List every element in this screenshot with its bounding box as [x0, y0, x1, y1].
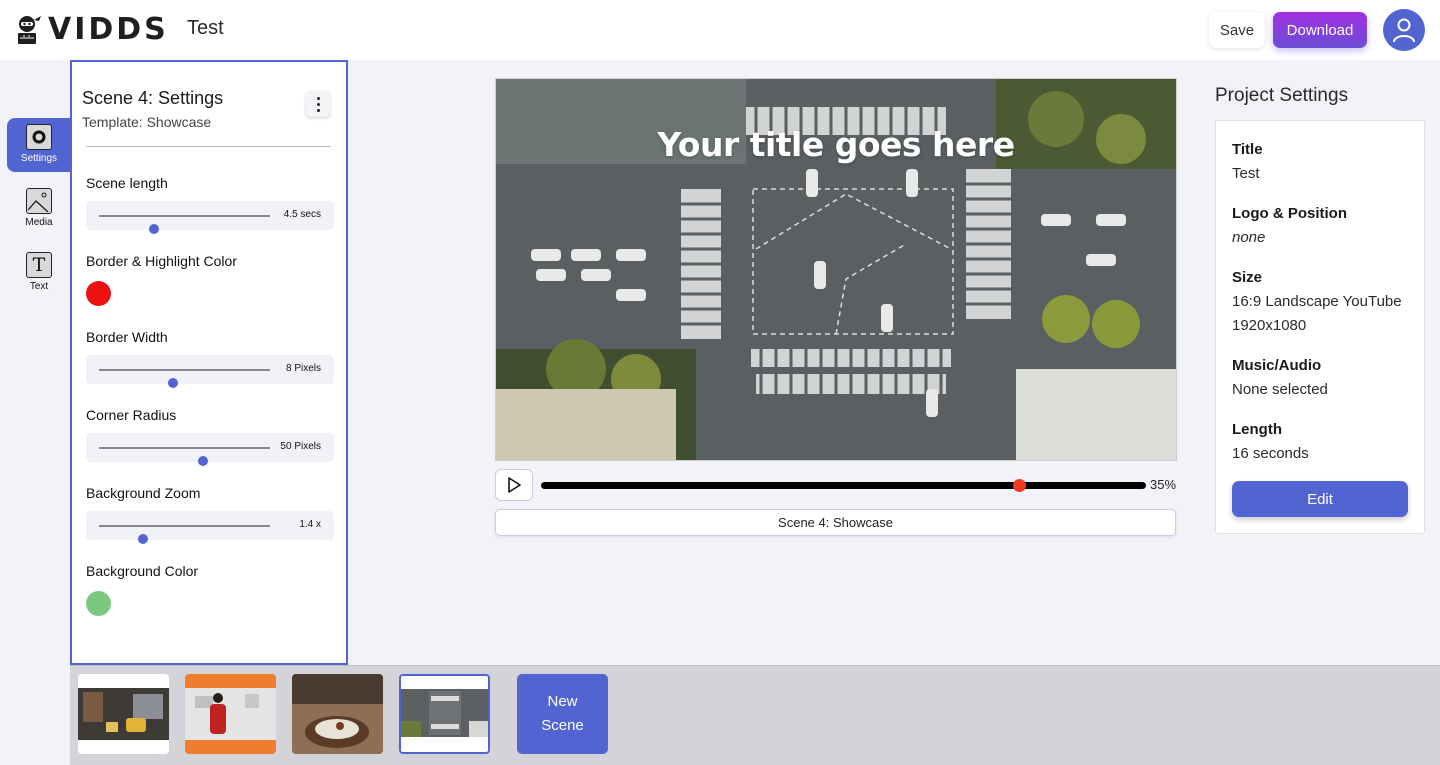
border-width-value: 8 Pixels: [285, 363, 321, 374]
corner-radius-label: Corner Radius: [86, 407, 177, 423]
slider-track[interactable]: [99, 369, 270, 388]
logo-label: Logo & Position: [1232, 205, 1347, 222]
save-button[interactable]: Save: [1209, 12, 1265, 48]
image-icon: [26, 188, 52, 214]
user-avatar-button[interactable]: [1383, 9, 1425, 51]
play-icon: [508, 477, 521, 493]
border-width-label: Border Width: [86, 329, 168, 345]
scene-settings-panel: Scene 4: Settings Template: Showcase Sce…: [70, 60, 348, 665]
slider-thumb[interactable]: [167, 378, 178, 388]
title-label: Title: [1232, 141, 1263, 158]
food-plating-image: [292, 674, 383, 754]
rail-item-settings[interactable]: Settings: [7, 118, 71, 172]
scene-length-label: Scene length: [86, 175, 168, 191]
size-value: 16:9 Landscape YouTube: [1232, 293, 1402, 310]
brand-logo[interactable]: VIDDS: [14, 12, 169, 48]
settings-icon: [26, 124, 52, 150]
template-name: Template: Showcase: [82, 114, 212, 130]
length-label: Length: [1232, 421, 1282, 438]
border-color-swatch[interactable]: [86, 281, 111, 306]
slider-track[interactable]: [99, 525, 270, 544]
music-value: None selected: [1232, 381, 1328, 398]
scene-thumbnail-1[interactable]: [78, 674, 169, 754]
size-resolution: 1920x1080: [1232, 317, 1307, 334]
more-dot: [316, 102, 320, 106]
more-options-button[interactable]: [306, 91, 330, 117]
slider-thumb[interactable]: [148, 224, 159, 234]
slider-thumb[interactable]: [138, 534, 149, 544]
slider-track[interactable]: [99, 215, 270, 234]
scene-length-value: 4.5 secs: [283, 209, 321, 220]
corner-radius-slider[interactable]: 50 Pixels: [86, 433, 334, 466]
slider-track[interactable]: [99, 447, 270, 466]
street-scene-image: [78, 688, 169, 740]
corner-radius-value: 50 Pixels: [280, 441, 321, 452]
divider: [86, 146, 331, 147]
scene-name-bar[interactable]: Scene 4: Showcase: [495, 509, 1176, 536]
more-vertical-icon: [316, 96, 320, 100]
preview-title-text[interactable]: Your title goes here: [496, 125, 1176, 164]
new-scene-button[interactable]: New Scene: [517, 674, 608, 754]
brand-name: VIDDS: [48, 12, 169, 47]
background-zoom-value: 1.4 x: [299, 519, 321, 530]
panel-title: Scene 4: Settings: [82, 88, 224, 108]
background-color-swatch[interactable]: [86, 591, 111, 616]
border-width-slider[interactable]: 8 Pixels: [86, 355, 334, 388]
left-tool-rail: Settings Media T Text: [0, 60, 71, 765]
project-name[interactable]: Test: [187, 17, 224, 40]
scene-thumbnail-3[interactable]: [292, 674, 383, 754]
background-zoom-slider[interactable]: 1.4 x: [86, 511, 334, 544]
text-icon: T: [26, 252, 52, 278]
title-value: Test: [1232, 165, 1260, 182]
background-zoom-label: Background Zoom: [86, 485, 201, 501]
rail-label-media: Media: [25, 217, 53, 228]
app-header: VIDDS Test Save Download: [0, 0, 1440, 60]
scene-thumbnail-2[interactable]: [185, 674, 276, 754]
project-settings-card: Title Test Logo & Position none Size 16:…: [1215, 120, 1425, 534]
slider-thumb[interactable]: [198, 456, 209, 466]
woman-in-red-image: [185, 688, 276, 740]
scene-thumbnail-4[interactable]: [399, 674, 490, 754]
rail-label-settings: Settings: [20, 153, 58, 164]
length-value: 16 seconds: [1232, 445, 1309, 462]
edit-project-button[interactable]: Edit: [1232, 481, 1408, 517]
scene-length-slider[interactable]: 4.5 secs: [86, 201, 334, 234]
more-dot: [316, 108, 320, 112]
logo-value: none: [1232, 229, 1266, 246]
rail-item-text[interactable]: T Text: [7, 246, 71, 300]
border-color-label: Border & Highlight Color: [86, 253, 237, 269]
aerial-intersection-thumb: [401, 689, 488, 737]
scrubber-thumb[interactable]: [1012, 479, 1026, 492]
download-button[interactable]: Download: [1273, 12, 1367, 48]
user-icon: [1393, 18, 1415, 43]
music-label: Music/Audio: [1232, 357, 1322, 374]
scene-preview[interactable]: Your title goes here: [495, 78, 1177, 461]
ninja-logo-icon: [18, 16, 41, 44]
playback-percent: 35%: [1150, 477, 1177, 492]
project-settings-heading: Project Settings: [1215, 85, 1349, 106]
background-color-label: Background Color: [86, 563, 199, 579]
rail-item-media[interactable]: Media: [7, 182, 71, 236]
rail-label-text: Text: [29, 281, 49, 292]
scene-timeline: New Scene: [70, 665, 1440, 765]
play-button[interactable]: [495, 469, 533, 501]
playback-scrubber[interactable]: [541, 479, 1146, 492]
size-label: Size: [1232, 269, 1263, 286]
